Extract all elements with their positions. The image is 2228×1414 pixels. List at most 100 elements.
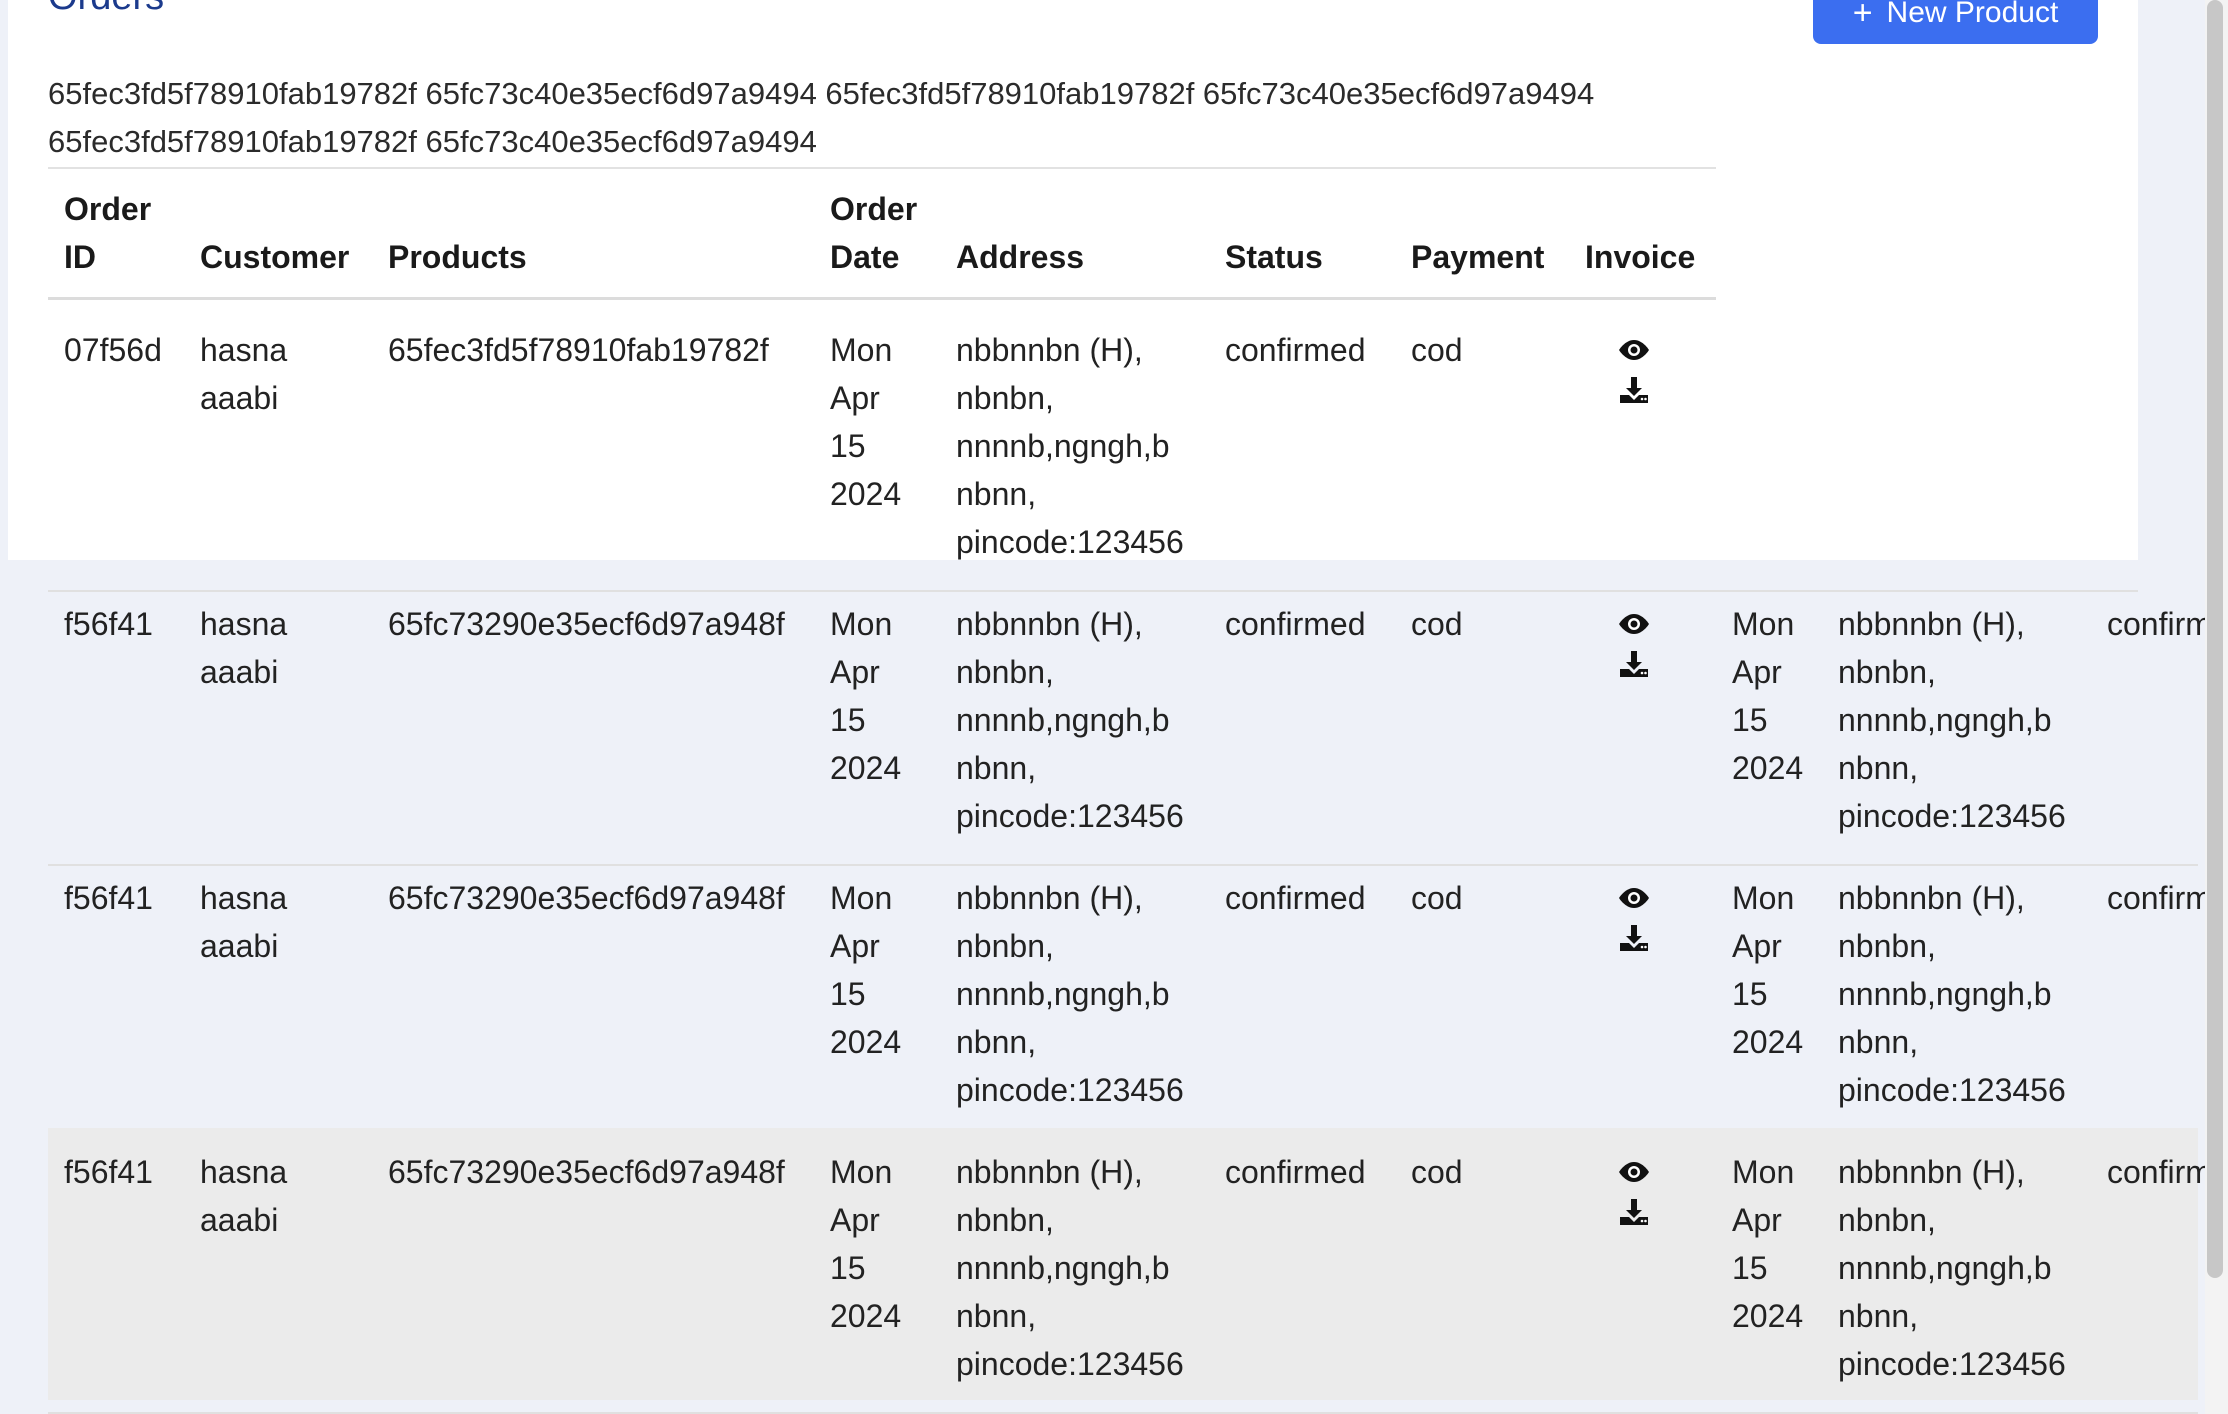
header-status: Status (1225, 239, 1323, 275)
address-cell-line: pincode:123456 (956, 1072, 1184, 1108)
order-id-cell: f56f41 (64, 874, 153, 922)
address-cell-line: nbbnnbn (H), (956, 880, 1143, 916)
address-cell: nbbnnbn (H), nbnbn, nnnnb,ngngh,b nbnn, pinc… (956, 600, 1184, 840)
address-cell-line: nbbnnbn (H), (956, 606, 1143, 642)
order-date-cell-line: 15 (830, 428, 866, 464)
download-icon[interactable] (1618, 1197, 1654, 1229)
overflow-address-cell-line: nbbnnbn (H), (1838, 880, 2025, 916)
customer-cell: hasna aaabi (200, 326, 287, 422)
status-cell-line: confirmed (1225, 332, 1366, 368)
new-product-button[interactable]: + New Product (1813, 0, 2098, 44)
eye-icon[interactable] (1616, 886, 1652, 918)
overflow-date-cell-line: 15 (1732, 1250, 1768, 1286)
header-order-date: Order Date (830, 185, 917, 281)
download-icon[interactable] (1618, 649, 1654, 681)
address-cell-line: nnnnb,ngngh,b (956, 428, 1170, 464)
address-cell-line: nnnnb,ngngh,b (956, 976, 1170, 1012)
payment-cell: cod (1411, 600, 1463, 648)
product-cell: 65fc73290e35ecf6d97a948f (388, 1148, 785, 1196)
order-date-cell-line: 15 (830, 702, 866, 738)
product-cell: 65fec3fd5f78910fab19782f (388, 326, 769, 374)
overflow-address-cell: nbbnnbn (H), nbnbn, nnnnb,ngngh,b nbnn, pinc… (1838, 1148, 2066, 1388)
product-ids-line-1: 65fec3fd5f78910fab19782f 65fc73c40e35ecf… (48, 76, 1595, 111)
order-id-cell: f56f41 (64, 600, 153, 648)
order-date-cell-line: 2024 (830, 1024, 902, 1060)
overflow-date-cell: Mon Apr 15 2024 (1732, 600, 1803, 792)
address-cell-line: nbnn, (956, 750, 1037, 786)
table-top-divider (48, 167, 1716, 169)
product-cell-line: 65fc73290e35ecf6d97a948f (388, 880, 785, 916)
order-date-cell: Mon Apr 15 2024 (830, 326, 901, 518)
address-cell-line: nbbnnbn (H), (956, 332, 1143, 368)
customer-cell-line: aaabi (200, 1202, 279, 1238)
overflow-address-cell-line: nbnbn, (1838, 654, 1936, 690)
overflow-address-cell: nbbnnbn (H), nbnbn, nnnnb,ngngh,b nbnn, pinc… (1838, 600, 2066, 840)
customer-cell-line: hasna (200, 880, 288, 916)
status-cell: confirmed (1225, 874, 1366, 922)
overflow-date-cell-line: Mon (1732, 880, 1795, 916)
customer-cell: hasna aaabi (200, 1148, 287, 1244)
header-customer: Customer (200, 239, 350, 275)
plus-icon: + (1852, 0, 1873, 32)
overflow-date-cell-line: Mon (1732, 1154, 1795, 1190)
status-cell-line: confirmed (1225, 606, 1366, 642)
order-date-cell-line: Apr (830, 1202, 880, 1238)
product-cell-line: 65fc73290e35ecf6d97a948f (388, 1154, 785, 1190)
payment-cell: cod (1411, 326, 1463, 374)
order-date-cell-line: 2024 (830, 476, 902, 512)
overflow-address-cell-line: nnnnb,ngngh,b (1838, 976, 2052, 1012)
overflow-date-cell-line: Apr (1732, 928, 1782, 964)
download-icon[interactable] (1618, 923, 1654, 955)
address-cell-line: pincode:123456 (956, 1346, 1184, 1382)
order-date-cell-line: 2024 (830, 1298, 902, 1334)
header-invoice: Invoice (1585, 239, 1696, 275)
overflow-address-cell-line: nbbnnbn (H), (1838, 1154, 2025, 1190)
overflow-address-cell: nbbnnbn (H), nbnbn, nnnnb,ngngh,b nbnn, pinc… (1838, 874, 2066, 1114)
payment-cell-line: cod (1411, 332, 1463, 368)
overflow-date-cell-line: Apr (1732, 1202, 1782, 1238)
eye-icon[interactable] (1616, 612, 1652, 644)
eye-icon[interactable] (1616, 338, 1652, 370)
order-date-cell-line: Apr (830, 654, 880, 690)
address-cell-line: nbnbn, (956, 380, 1054, 416)
header-payment: Payment (1411, 239, 1545, 275)
overflow-address-cell-line: nbbnnbn (H), (1838, 606, 2025, 642)
customer-cell: hasna aaabi (200, 874, 287, 970)
download-icon[interactable] (1618, 375, 1654, 407)
product-cell-line: 65fec3fd5f78910fab19782f (388, 332, 769, 368)
overflow-status-cell: confirmed (2107, 600, 2205, 648)
overflow-address-cell-line: nbnbn, (1838, 1202, 1936, 1238)
product-cell: 65fc73290e35ecf6d97a948f (388, 600, 785, 648)
address-cell-line: nnnnb,ngngh,b (956, 1250, 1170, 1286)
address-cell-line: pincode:123456 (956, 524, 1184, 560)
address-cell-line: nbnn, (956, 476, 1037, 512)
payment-cell: cod (1411, 874, 1463, 922)
order-date-cell-line: 15 (830, 1250, 866, 1286)
header-order-date-line2: Date (830, 239, 900, 275)
row-divider (48, 864, 2198, 866)
address-cell-line: nbnn, (956, 1024, 1037, 1060)
address-cell-line: nbnn, (956, 1298, 1037, 1334)
header-address: Address (956, 239, 1085, 275)
page-title: Orders (48, 0, 164, 19)
scrollbar-thumb[interactable] (2207, 0, 2223, 1278)
order-date-cell: Mon Apr 15 2024 (830, 874, 901, 1066)
order-date-cell-line: Mon (830, 1154, 893, 1190)
table-header-divider (48, 297, 1716, 300)
address-cell: nbbnnbn (H), nbnbn, nnnnb,ngngh,b nbnn, pinc… (956, 874, 1184, 1114)
overflow-status-cell-line: confirmed (2107, 1154, 2205, 1190)
header-order-id: Order ID (64, 185, 151, 281)
payment-cell-line: cod (1411, 606, 1463, 642)
address-cell-line: nbnbn, (956, 654, 1054, 690)
overflow-date-cell-line: Mon (1732, 606, 1795, 642)
row-divider (48, 590, 2138, 592)
customer-cell-line: aaabi (200, 380, 279, 416)
order-id-cell: 07f56d (64, 326, 162, 374)
product-cell: 65fc73290e35ecf6d97a948f (388, 874, 785, 922)
overflow-address-cell-line: nbnbn, (1838, 928, 1936, 964)
customer-cell-line: hasna (200, 1154, 288, 1190)
eye-icon[interactable] (1616, 1160, 1652, 1192)
address-cell-line: nnnnb,ngngh,b (956, 702, 1170, 738)
customer-cell-line: hasna (200, 606, 288, 642)
product-ids-line-2: 65fec3fd5f78910fab19782f 65fc73c40e35ecf… (48, 124, 817, 159)
